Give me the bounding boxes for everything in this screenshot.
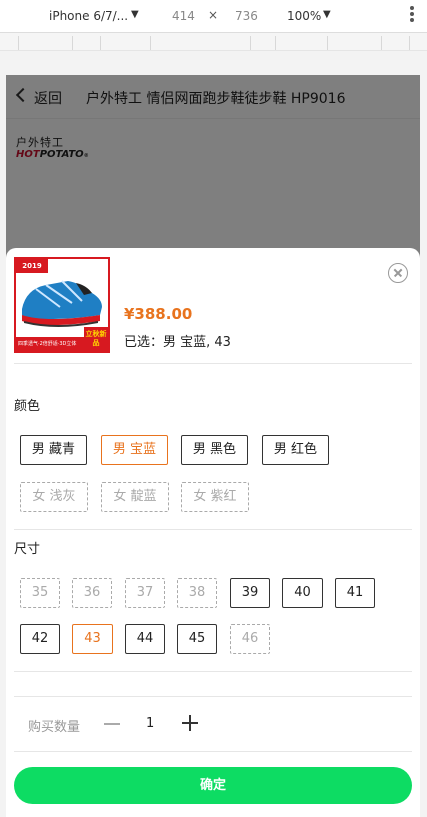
size-option[interactable]: 45 bbox=[177, 624, 217, 654]
more-options-icon[interactable] bbox=[410, 6, 416, 24]
quantity-value[interactable]: 1 bbox=[146, 716, 154, 731]
size-option-disabled: 35 bbox=[20, 578, 60, 608]
size-option-disabled: 37 bbox=[125, 578, 165, 608]
selected-summary: 已选：男 宝蓝, 43 bbox=[124, 335, 231, 350]
color-option-selected[interactable]: 男 宝蓝 bbox=[101, 435, 168, 465]
device-selector[interactable]: iPhone 6/7/... bbox=[49, 9, 128, 23]
color-option[interactable]: 男 红色 bbox=[262, 435, 329, 465]
quantity-label: 购买数量 bbox=[28, 720, 81, 735]
divider bbox=[14, 671, 412, 672]
media-query-ruler bbox=[0, 33, 427, 51]
color-option[interactable]: 男 黑色 bbox=[181, 435, 248, 465]
size-option[interactable]: 41 bbox=[335, 578, 375, 608]
zoom-selector[interactable]: 100% bbox=[287, 9, 321, 23]
divider bbox=[14, 529, 412, 530]
size-option-disabled: 36 bbox=[72, 578, 112, 608]
thumb-year-badge: 2019 bbox=[16, 259, 48, 273]
plus-icon[interactable] bbox=[182, 715, 198, 731]
color-option-disabled: 女 靛蓝 bbox=[101, 482, 169, 512]
viewport-width[interactable]: 414 bbox=[172, 9, 195, 23]
divider bbox=[14, 363, 412, 364]
minus-icon[interactable] bbox=[104, 723, 120, 725]
sku-selector-sheet: 2019 四季透气·2倍舒适·3D立体 立秋新品 ¥388.00 已选：男 宝蓝… bbox=[6, 248, 420, 817]
size-option-disabled: 46 bbox=[230, 624, 270, 654]
product-thumbnail: 2019 四季透气·2倍舒适·3D立体 立秋新品 bbox=[14, 257, 110, 353]
zoom-dropdown-icon[interactable]: ▼ bbox=[323, 9, 331, 20]
size-label: 尺寸 bbox=[14, 542, 41, 557]
size-option[interactable]: 44 bbox=[125, 624, 165, 654]
devtools-toolbar: iPhone 6/7/... ▼ 414 × 736 100% ▼ bbox=[0, 0, 427, 33]
device-dropdown-icon[interactable]: ▼ bbox=[131, 9, 139, 20]
color-option-disabled: 女 紫红 bbox=[181, 482, 249, 512]
size-option-selected[interactable]: 43 bbox=[72, 624, 113, 654]
color-option-disabled: 女 浅灰 bbox=[20, 482, 88, 512]
times-separator: × bbox=[208, 8, 219, 22]
size-option-disabled: 38 bbox=[177, 578, 217, 608]
thumb-new-badge: 立秋新品 bbox=[84, 327, 108, 351]
confirm-button[interactable]: 确定 bbox=[14, 767, 412, 804]
size-option[interactable]: 40 bbox=[282, 578, 323, 608]
divider bbox=[14, 751, 412, 752]
phone-viewport: 返回 户外特工 情侣网面跑步鞋徒步鞋 HP9016 户外特工 HOTPOTATO… bbox=[6, 75, 420, 817]
viewport-height[interactable]: 736 bbox=[235, 9, 258, 23]
divider bbox=[14, 696, 412, 697]
size-option[interactable]: 42 bbox=[20, 624, 60, 654]
color-label: 颜色 bbox=[14, 399, 41, 414]
close-icon[interactable] bbox=[388, 263, 408, 283]
color-option[interactable]: 男 藏青 bbox=[20, 435, 87, 465]
size-option[interactable]: 39 bbox=[230, 578, 270, 608]
price: ¥388.00 bbox=[124, 305, 193, 323]
